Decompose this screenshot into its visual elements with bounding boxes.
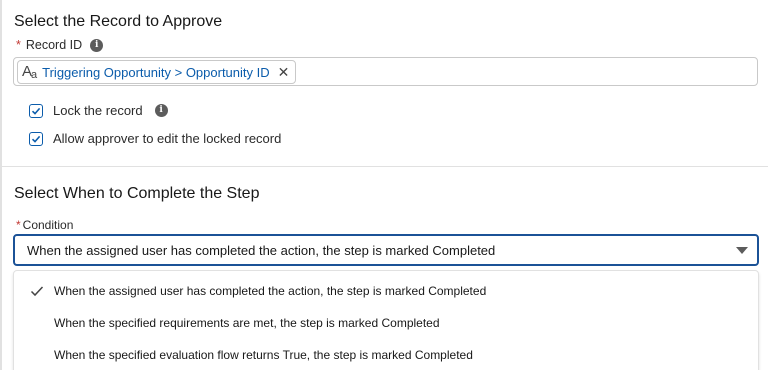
condition-option-label: When the assigned user has completed the… — [54, 284, 487, 298]
checkmark-icon — [31, 107, 41, 115]
condition-option-label: When the specified requirements are met,… — [54, 316, 440, 330]
left-border — [0, 0, 2, 370]
condition-option[interactable]: When the specified evaluation flow retur… — [14, 340, 758, 370]
condition-option-label: When the specified evaluation flow retur… — [54, 348, 473, 362]
check-icon — [30, 286, 44, 297]
section-title-complete-step: Select When to Complete the Step — [14, 185, 260, 202]
allow-edit-label: Allow approver to edit the locked record — [53, 131, 282, 146]
record-id-field[interactable]: Aa Triggering Opportunity > Opportunity … — [13, 57, 758, 86]
info-icon[interactable]: i — [90, 38, 104, 52]
condition-label-group: * Condition — [16, 218, 73, 232]
record-id-label: Record ID — [25, 38, 83, 52]
allow-edit-checkbox[interactable] — [29, 131, 43, 146]
condition-option[interactable]: When the assigned user has completed the… — [14, 276, 758, 306]
record-id-pill[interactable]: Aa Triggering Opportunity > Opportunity … — [17, 60, 297, 84]
lock-record-label: Lock the record — [53, 103, 143, 118]
condition-combobox[interactable]: When the assigned user has completed the… — [13, 234, 759, 266]
record-id-label-group: * Record ID i — [16, 38, 104, 52]
section-divider — [2, 166, 768, 167]
condition-selected-value: When the assigned user has completed the… — [27, 242, 496, 258]
required-marker: * — [16, 218, 21, 232]
remove-pill-icon[interactable]: ✕ — [278, 64, 290, 81]
allow-edit-row[interactable]: Allow approver to edit the locked record — [29, 131, 281, 146]
lock-record-row[interactable]: Lock the record i — [29, 103, 168, 118]
lock-record-checkbox[interactable] — [29, 103, 43, 118]
chevron-down-icon[interactable] — [736, 247, 748, 254]
text-type-icon: Aa — [22, 63, 37, 81]
condition-dropdown-list: When the assigned user has completed the… — [13, 270, 759, 370]
info-icon[interactable]: i — [154, 104, 168, 117]
record-id-pill-label: Triggering Opportunity > Opportunity ID — [42, 64, 270, 80]
condition-label: Condition — [22, 218, 74, 232]
section-title-record: Select the Record to Approve — [14, 13, 223, 30]
condition-option[interactable]: When the specified requirements are met,… — [14, 308, 758, 338]
checkmark-icon — [31, 135, 41, 143]
required-marker: * — [16, 38, 21, 52]
